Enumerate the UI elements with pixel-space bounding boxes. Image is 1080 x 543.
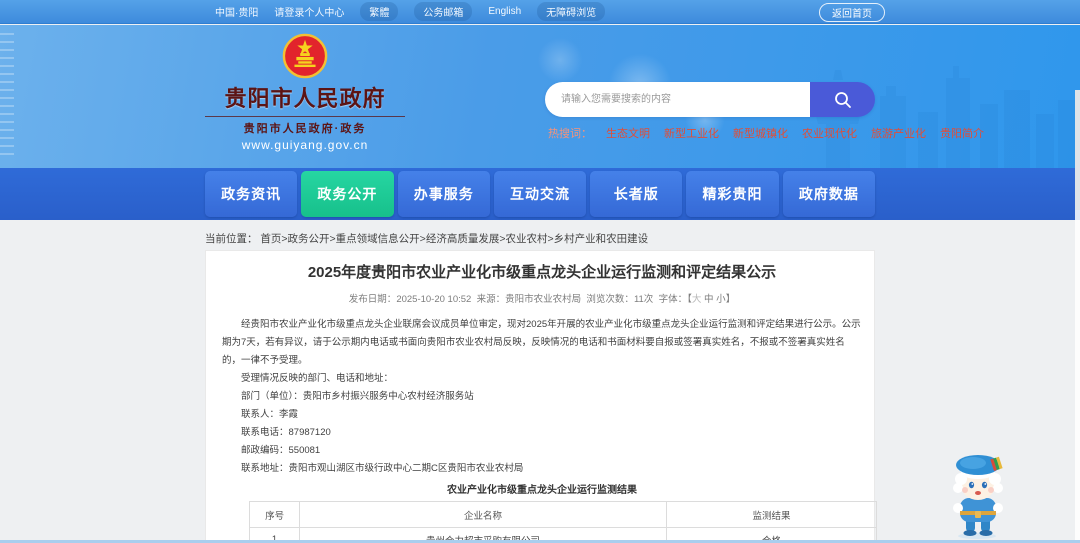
contact-department-line: 部门（单位）：贵阳市乡村振兴服务中心农村经济服务站 — [241, 391, 474, 402]
site-url: www.guiyang.gov.cn — [241, 138, 369, 152]
publish-date-label: 发布日期： — [348, 294, 397, 305]
hot-word-3[interactable]: 新型城镇化 — [733, 125, 788, 141]
contact-intro-line: 受理情况反映的部门、电话和地址： — [241, 373, 394, 384]
hot-word-2[interactable]: 新型工业化 — [664, 125, 719, 141]
nav-item-hudong-jiaoliu[interactable]: 互动交流 — [493, 171, 587, 217]
header-banner: 贵阳市人民政府 贵阳市人民政府·政务 www.guiyang.gov.cn 热搜… — [0, 25, 1080, 168]
link-official-mail[interactable]: 公务邮箱 — [414, 2, 473, 21]
link-china-guiyang[interactable]: 中国·贵阳 — [215, 4, 258, 19]
breadcrumb-path[interactable]: 首页>政务公开>重点领域信息公开>经济高质量发展>农业农村>乡村产业和农田建设 — [260, 233, 648, 245]
top-utility-links: 中国·贵阳 请登录个人中心 繁體 公务邮箱 English 无障碍浏览 — [215, 2, 606, 21]
contact-postcode-line: 邮政编码：550081 — [241, 445, 321, 456]
banner-stripe-decoration — [0, 33, 14, 161]
hot-word-1[interactable]: 生态文明 — [606, 125, 650, 141]
hot-search-row: 热搜词： 生态文明 新型工业化 新型城镇化 农业现代化 旅游产业化 贵阳简介 — [548, 125, 984, 141]
breadcrumb: 当前位置： 首页>政务公开>重点领域信息公开>经济高质量发展>农业农村>乡村产业… — [205, 231, 648, 246]
contact-address-line: 联系地址：贵阳市观山湖区市级行政中心二期C区贵阳市农业农村局 — [241, 463, 524, 474]
search-input[interactable] — [545, 82, 810, 117]
header-cell-company: 企业名称 — [299, 501, 667, 528]
scrollbar-track[interactable] — [1075, 90, 1080, 543]
national-emblem-icon — [282, 33, 328, 79]
site-title: 贵阳市人民政府 — [224, 86, 386, 111]
hot-search-label: 热搜词： — [548, 128, 592, 140]
top-utility-bar: 中国·贵阳 请登录个人中心 繁體 公务邮箱 English 无障碍浏览 返回首页 — [0, 0, 1080, 24]
main-nav: 政务资讯 政务公开 办事服务 互动交流 长者版 精彩贵阳 政府数据 — [0, 168, 1080, 220]
font-size-label: 字体：【 — [658, 294, 692, 305]
contact-person-line: 联系人：李霞 — [241, 409, 299, 420]
font-size-large[interactable]: 大 — [692, 294, 702, 305]
article-paragraph: 经贵阳市农业产业化市级重点龙头企业联席会议成员单位审定，现对2025年开展的农业… — [222, 319, 861, 366]
link-english[interactable]: English — [488, 6, 521, 17]
hot-word-6[interactable]: 贵阳简介 — [940, 125, 984, 141]
search-button[interactable] — [810, 82, 875, 117]
site-subtitle: 贵阳市人民政府·政务 — [205, 116, 405, 136]
hot-word-5[interactable]: 旅游产业化 — [871, 125, 926, 141]
return-home-button[interactable]: 返回首页 — [819, 3, 885, 22]
views-label: 浏览次数： — [586, 294, 634, 305]
header-cell-result: 监测结果 — [665, 501, 878, 528]
article-meta: 发布日期：2025-10-20 10:52 来源：贵阳市农业农村局 浏览次数：1… — [222, 291, 862, 305]
views-value: 11次 — [633, 294, 654, 305]
scrollbar-thumb[interactable] — [1075, 90, 1080, 210]
nav-item-zhengfu-shuju[interactable]: 政府数据 — [782, 171, 875, 217]
mascot-icon — [953, 455, 1003, 539]
font-size-bracket-close: 】 — [725, 294, 736, 305]
nav-item-banshi-fuwu[interactable]: 办事服务 — [397, 171, 490, 217]
source-label: 来源： — [476, 294, 506, 305]
article-title: 2025年度贵阳市农业产业化市级重点龙头企业运行监测和评定结果公示 — [307, 264, 777, 281]
link-login-personal-center[interactable]: 请登录个人中心 — [274, 4, 344, 19]
link-accessibility[interactable]: 无障碍浏览 — [537, 2, 606, 21]
result-table-caption: 农业产业化市级重点龙头企业运行监测结果 — [447, 485, 637, 496]
hot-word-4[interactable]: 农业现代化 — [802, 125, 857, 141]
publish-date: 2025-10-20 10:52 — [396, 294, 472, 305]
font-size-medium[interactable]: 中 — [704, 294, 714, 305]
mascot-assistant[interactable] — [943, 452, 1013, 543]
table-header-row: 序号 企业名称 监测结果 — [248, 501, 878, 528]
article-body: 经贵阳市农业产业化市级重点龙头企业联席会议成员单位审定，现对2025年开展的农业… — [222, 316, 862, 478]
font-size-small[interactable]: 小 — [716, 294, 726, 305]
nav-item-zhengwu-zixun[interactable]: 政务资讯 — [205, 171, 298, 217]
search-bar — [545, 82, 875, 117]
nav-item-zhengwu-gongkai[interactable]: 政务公开 — [301, 171, 394, 217]
monitoring-result-table: 序号 企业名称 监测结果 1 贵州合力超市采购有限公司 合格 2 贵州友禾种业有… — [248, 501, 878, 543]
contact-phone-line: 联系电话：87987120 — [241, 427, 331, 438]
link-traditional-chinese[interactable]: 繁體 — [360, 2, 399, 21]
article-card: 2025年度贵阳市农业产业化市级重点龙头企业运行监测和评定结果公示 发布日期：2… — [205, 250, 878, 543]
site-logo[interactable]: 贵阳市人民政府 贵阳市人民政府·政务 www.guiyang.gov.cn — [205, 33, 405, 152]
breadcrumb-label: 当前位置： — [205, 233, 258, 245]
header-cell-no: 序号 — [248, 501, 301, 528]
source-value: 贵阳市农业农村局 — [505, 294, 582, 305]
page: 中国·贵阳 请登录个人中心 繁體 公务邮箱 English 无障碍浏览 返回首页 — [0, 0, 1080, 543]
nav-item-jingcai-guiyang[interactable]: 精彩贵阳 — [686, 171, 779, 217]
nav-item-zhangzheban[interactable]: 长者版 — [590, 171, 683, 217]
search-icon — [834, 91, 851, 108]
